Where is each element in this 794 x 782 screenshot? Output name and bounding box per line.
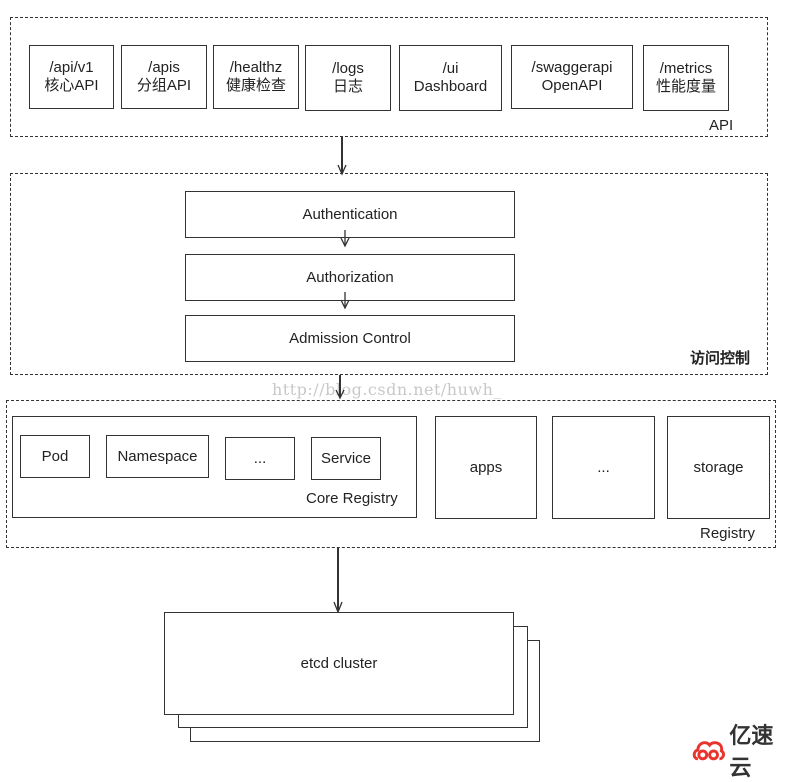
registry-label: Registry (700, 525, 756, 542)
step-label: Authentication (302, 205, 398, 223)
registry-item-label: Pod (41, 447, 69, 465)
registry-group-storage: storage (667, 416, 770, 519)
endpoint-path: /logs (332, 60, 364, 77)
registry-item-pod: Pod (20, 435, 90, 478)
endpoint-ui: /ui Dashboard (399, 45, 502, 111)
endpoint-path: /swaggerapi (531, 59, 613, 76)
core-registry-label: Core Registry (306, 490, 398, 507)
endpoint-path: /ui (442, 60, 459, 77)
endpoint-path: /metrics (659, 60, 713, 77)
endpoint-desc: 健康检查 (225, 77, 286, 94)
endpoint-apis: /apis 分组API (121, 45, 207, 109)
endpoint-desc: 日志 (332, 78, 363, 95)
step-label: Authorization (306, 268, 394, 286)
step-authentication: Authentication (185, 191, 515, 238)
registry-group-label: storage (693, 458, 744, 476)
endpoint-desc: 性能度量 (655, 78, 716, 95)
registry-item-service: Service (311, 437, 381, 480)
access-control-label: 访问控制 (690, 350, 751, 367)
connector-line (337, 548, 339, 610)
step-label: Admission Control (289, 329, 411, 347)
registry-item-label: Namespace (117, 447, 198, 465)
endpoint-swaggerapi: /swaggerapi OpenAPI (511, 45, 633, 109)
registry-group-label: ... (597, 458, 610, 476)
endpoint-logs: /logs 日志 (305, 45, 391, 111)
registry-group-apps: apps (435, 416, 537, 519)
cloud-logo-icon (692, 741, 725, 761)
endpoint-path: /healthz (229, 59, 283, 76)
registry-item-namespace: Namespace (106, 435, 209, 478)
step-admission-control: Admission Control (185, 315, 515, 362)
brand-name: 亿速云 (729, 723, 774, 780)
endpoint-path: /apis (148, 59, 180, 76)
endpoint-desc: OpenAPI (541, 77, 603, 94)
registry-item-more: ... (225, 437, 295, 480)
registry-group-label: apps (469, 458, 503, 476)
registry-group-more: ... (552, 416, 655, 519)
watermark: http://blog.csdn.net/huwh_ (272, 380, 502, 399)
etcd-cluster: etcd cluster (164, 612, 514, 715)
api-layer-label: API (709, 117, 734, 134)
brand-logo: 亿速云 (692, 718, 794, 782)
endpoint-api-v1: /api/v1 核心API (29, 45, 114, 109)
registry-item-label: Service (320, 449, 372, 467)
endpoint-metrics: /metrics 性能度量 (643, 45, 729, 111)
endpoint-healthz: /healthz 健康检查 (213, 45, 299, 109)
endpoint-path: /api/v1 (49, 59, 94, 76)
etcd-cluster-label: etcd cluster (300, 654, 378, 672)
endpoint-desc: Dashboard (413, 78, 488, 95)
registry-item-label: ... (253, 449, 267, 467)
endpoint-desc: 分组API (136, 77, 192, 94)
step-authorization: Authorization (185, 254, 515, 301)
endpoint-desc: 核心API (44, 77, 99, 94)
